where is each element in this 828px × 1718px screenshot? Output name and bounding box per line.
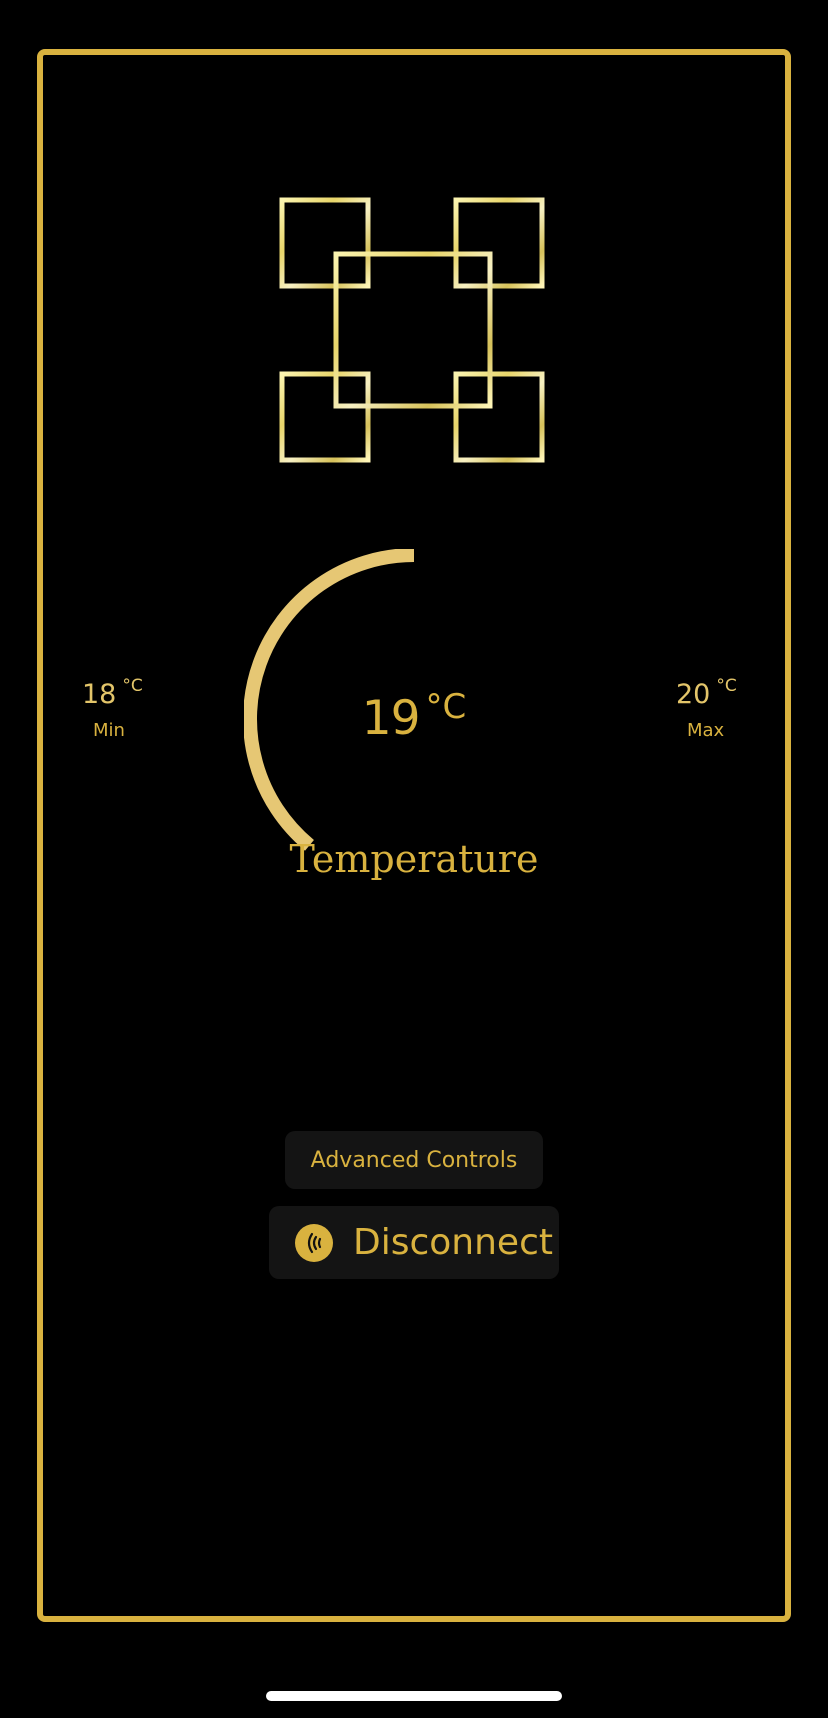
current-temperature-value: 19	[361, 691, 421, 746]
min-temperature-value: 18	[82, 679, 117, 710]
disconnect-button[interactable]: Disconnect	[269, 1206, 559, 1279]
disconnect-label: Disconnect	[353, 1222, 553, 1263]
home-indicator[interactable]	[266, 1691, 562, 1701]
max-temperature: 20 °C Max	[676, 676, 796, 742]
min-temperature-unit: °C	[122, 676, 143, 696]
min-temperature: 18 °C Min	[82, 676, 202, 742]
min-label: Min	[93, 720, 125, 741]
max-temperature-unit: °C	[716, 676, 737, 696]
max-label: Max	[687, 720, 725, 741]
temperature-label: Temperature	[289, 837, 539, 881]
signal-waves-icon	[295, 1223, 333, 1262]
advanced-controls-button[interactable]: Advanced Controls	[285, 1131, 543, 1189]
current-temperature-unit: °C	[425, 687, 467, 727]
max-temperature-value: 20	[676, 679, 711, 710]
brand-logo	[279, 197, 545, 463]
